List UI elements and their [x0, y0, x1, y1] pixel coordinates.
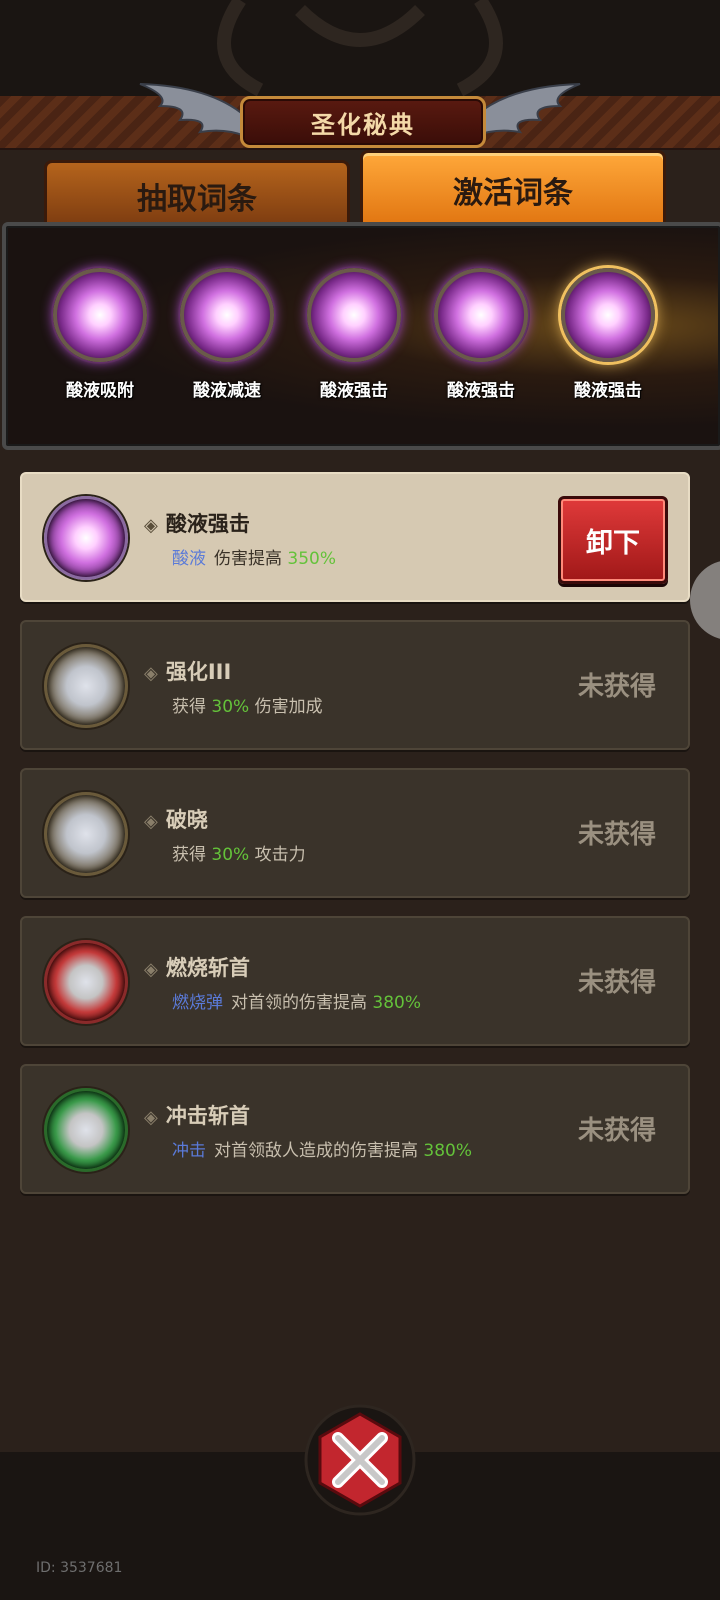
player-id: ID: 3537681 [36, 1560, 123, 1576]
right-wing-icon [474, 83, 581, 138]
entry-card[interactable]: ◈ 冲击斩首 冲击 对首领敌人造成的伤害提高 380% 未获得 [20, 1064, 690, 1194]
status-not-obtained: 未获得 [577, 1116, 656, 1146]
close-icon[interactable] [304, 1404, 416, 1516]
status-not-obtained: 未获得 [577, 672, 656, 702]
entry-name: ◈ 强化III [144, 660, 232, 684]
slot-label: 酸液强击 [574, 381, 642, 401]
diamond-icon: ◈ [144, 811, 158, 832]
entry-desc: 酸液 伤害提高 350% [172, 549, 337, 569]
entry-card[interactable]: ◈ 破晓 获得 30% 攻击力 未获得 [20, 768, 690, 898]
entry-card[interactable]: ◈ 强化III 获得 30% 伤害加成 未获得 [20, 620, 690, 750]
entry-name: ◈ 破晓 [144, 808, 208, 832]
slot-label: 酸液强击 [447, 381, 515, 401]
title-box: 圣化秘典 [240, 96, 486, 148]
fire-orb-icon [44, 940, 128, 1024]
impact-orb-icon [44, 1088, 128, 1172]
acid-orb-icon [180, 268, 274, 362]
status-not-obtained: 未获得 [577, 968, 656, 998]
slot-3[interactable]: 酸液强击 [294, 268, 414, 401]
diamond-icon: ◈ [144, 515, 158, 536]
entry-desc: 燃烧弹 对首领的伤害提高 380% [172, 993, 422, 1013]
status-not-obtained: 未获得 [577, 820, 656, 850]
entry-card[interactable]: ◈ 燃烧斩首 燃烧弹 对首领的伤害提高 380% 未获得 [20, 916, 690, 1046]
entry-name: ◈ 酸液强击 [144, 512, 250, 536]
slot-1[interactable]: 酸液吸附 [40, 268, 160, 401]
diamond-icon: ◈ [144, 663, 158, 684]
slot-label: 酸液减速 [193, 381, 261, 401]
diamond-icon: ◈ [144, 959, 158, 980]
title-banner: 圣化秘典 [130, 76, 590, 156]
slot-5[interactable]: 酸液强击 [548, 268, 668, 401]
diamond-icon: ◈ [144, 1107, 158, 1128]
acid-orb-icon [44, 496, 128, 580]
tab-activate-entries[interactable]: 激活词条 [360, 150, 666, 230]
entry-desc: 冲击 对首领敌人造成的伤害提高 380% [172, 1141, 473, 1161]
acid-orb-icon [307, 268, 401, 362]
empty-orb-icon [44, 644, 128, 728]
acid-orb-icon [561, 268, 655, 362]
slot-2[interactable]: 酸液减速 [167, 268, 287, 401]
page-title: 圣化秘典 [311, 110, 415, 139]
slot-4[interactable]: 酸液强击 [421, 268, 541, 401]
slot-label: 酸液吸附 [66, 381, 134, 401]
entry-desc: 获得 30% 伤害加成 [172, 697, 323, 717]
acid-orb-icon [434, 268, 528, 362]
acid-orb-icon [53, 268, 147, 362]
entry-desc: 获得 30% 攻击力 [172, 845, 306, 865]
entry-name: ◈ 燃烧斩首 [144, 956, 250, 980]
entry-name: ◈ 冲击斩首 [144, 1104, 250, 1128]
entry-card[interactable]: ◈ 酸液强击 酸液 伤害提高 350% 卸下 [20, 472, 690, 602]
unequip-button[interactable]: 卸下 [558, 496, 668, 584]
empty-orb-icon [44, 792, 128, 876]
slot-label: 酸液强击 [320, 381, 388, 401]
left-wing-icon [139, 83, 246, 138]
